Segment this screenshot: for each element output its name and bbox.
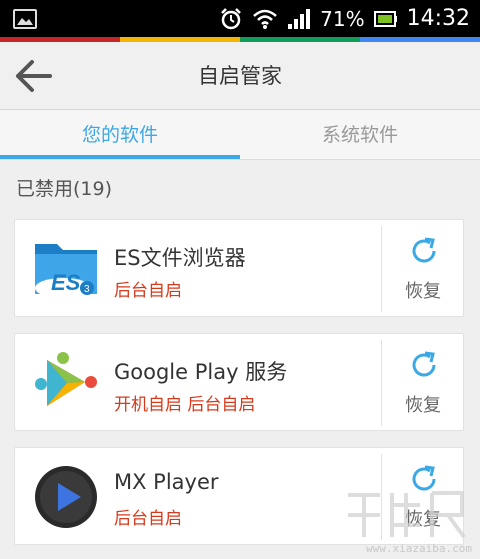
alarm-icon [221,7,242,29]
signal-icon [288,8,311,29]
svg-text:ES: ES [51,270,81,295]
app-status: 后台自启 [114,281,182,301]
es-file-explorer-icon: ES 3 [35,244,97,298]
tab-your-apps[interactable]: 您的软件 [0,110,240,160]
battery-icon [373,10,397,27]
watermark-text: www.xiazaiba.com [366,542,472,555]
restore-button[interactable]: 恢复 [382,334,464,430]
google-play-services-icon [35,352,97,406]
tab-system-apps[interactable]: 系统软件 [240,110,480,160]
action-bar: 自启管家 [0,42,480,110]
wifi-icon [253,9,277,29]
battery-percent: 71% [320,6,365,31]
refresh-icon [412,351,436,377]
app-name: MX Player [114,470,219,494]
svg-text:3: 3 [84,284,90,295]
section-title: 已禁用(19) [16,178,113,200]
page-title: 自启管家 [198,64,282,88]
gallery-icon [13,9,37,29]
app-card: ES 3 ES文件浏览器 后台自启 恢复 [14,219,464,317]
watermark-logo [348,491,466,539]
clock: 14:32 [406,6,470,31]
app-name: ES文件浏览器 [114,246,246,270]
tab-divider [0,159,480,160]
app-status: 后台自启 [114,509,182,529]
app-name: Google Play 服务 [114,360,288,384]
status-bar: 71% 14:32 [0,0,480,37]
restore-button[interactable]: 恢复 [382,220,464,316]
app-card: Google Play 服务 开机自启 后台自启 恢复 [14,333,464,431]
mx-player-icon [35,466,97,528]
tab-bar: 您的软件 系统软件 [0,110,480,160]
app-status: 开机自启 后台自启 [114,395,256,415]
restore-label: 恢复 [405,395,441,416]
refresh-icon [412,237,436,263]
restore-label: 恢复 [405,281,441,302]
